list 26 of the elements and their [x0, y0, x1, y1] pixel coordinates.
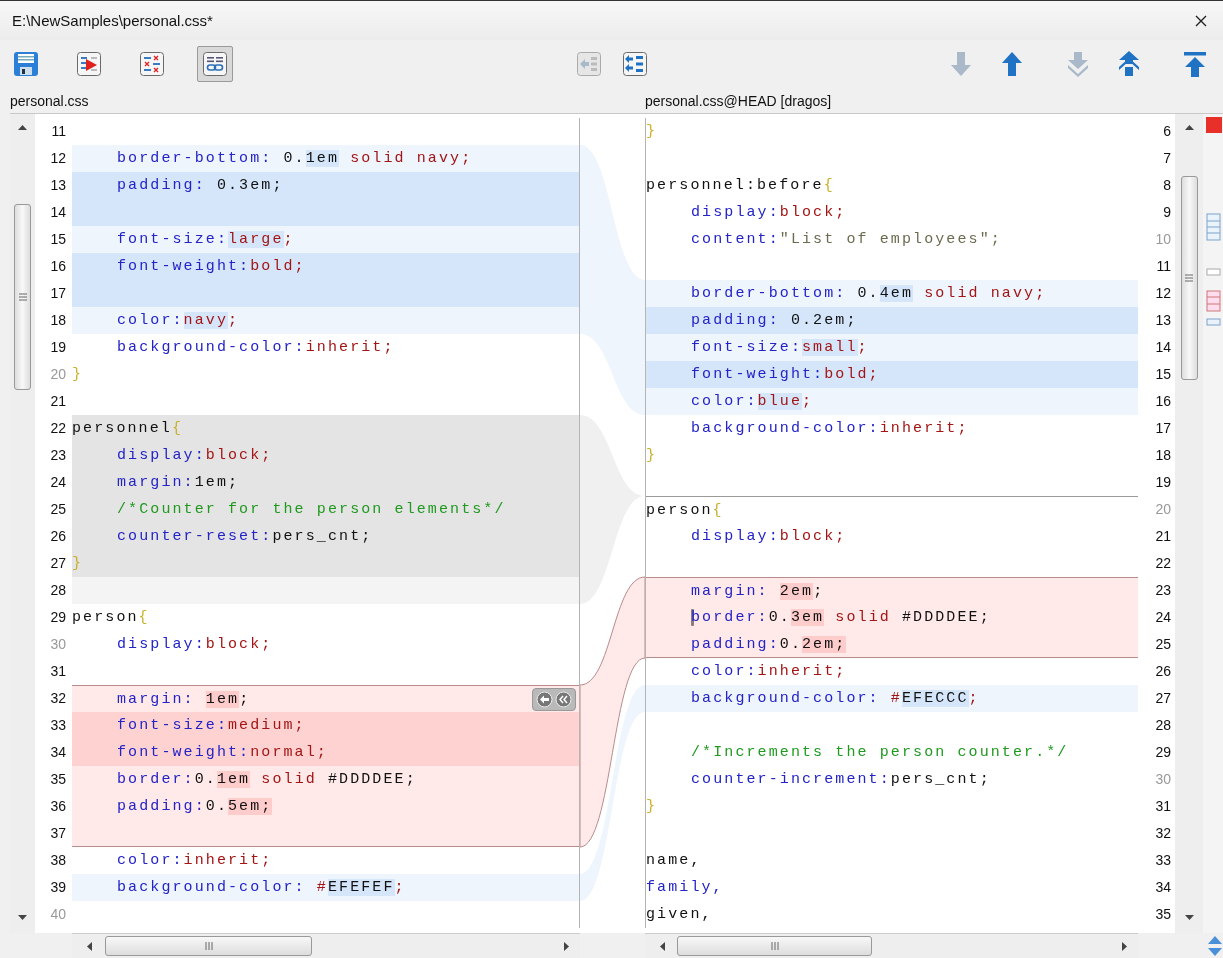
- scroll-up-arrow-icon[interactable]: [18, 124, 27, 130]
- scroll-up-arrow-icon[interactable]: [1184, 124, 1194, 130]
- scroll-left-arrow-icon[interactable]: [659, 941, 665, 951]
- close-icon[interactable]: [1195, 14, 1207, 27]
- lines-cross-icon: [138, 50, 166, 78]
- scrollbar-thumb[interactable]: [14, 204, 31, 390]
- scroll-down-arrow-icon[interactable]: [18, 915, 27, 921]
- scroll-left-arrow-icon[interactable]: [86, 941, 92, 951]
- up-down-arrows-icon[interactable]: [1207, 935, 1223, 957]
- link-button[interactable]: [197, 46, 233, 82]
- scroll-down-arrow-icon[interactable]: [1184, 915, 1194, 921]
- scroll-right-arrow-icon[interactable]: [564, 941, 570, 951]
- double-chevron-left-icon[interactable]: [555, 691, 572, 708]
- file-label: personal.css@HEAD [dragos]: [644, 92, 832, 109]
- window-title: E:\NewSamples\personal.css*: [12, 12, 213, 29]
- scrollbar-thumb[interactable]: [105, 936, 312, 956]
- arrow-left-icon[interactable]: [536, 691, 553, 708]
- scrollbar-thumb[interactable]: [677, 936, 872, 956]
- file-label: personal.css: [9, 92, 90, 109]
- chain-link-icon: [201, 50, 229, 78]
- arrows-left-lines-icon: [621, 50, 649, 78]
- arrow-left-lines-icon: [575, 50, 603, 78]
- scrollbar-thumb[interactable]: [1180, 176, 1198, 380]
- scroll-right-arrow-icon[interactable]: [1122, 941, 1128, 951]
- compare-play-icon: [75, 50, 103, 78]
- arrow-to-top-icon: [1181, 50, 1209, 78]
